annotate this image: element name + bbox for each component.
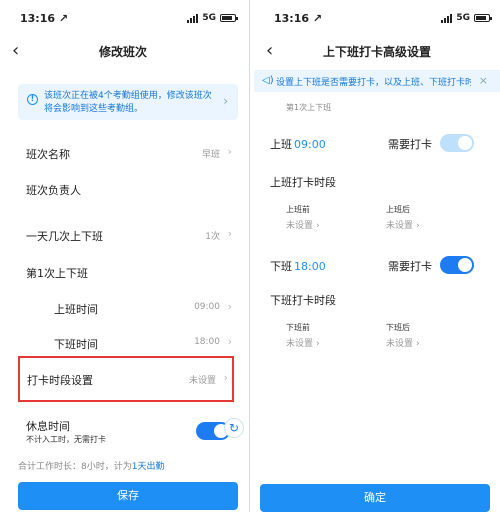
on-duty-punch-toggle[interactable]: [440, 134, 474, 152]
row-shift-name[interactable]: 班次名称 早班 ›: [18, 142, 234, 164]
row-label: 上班时间: [54, 303, 98, 316]
row-label: 一天几次上下班: [26, 230, 103, 243]
rest-time-label: 休息时间: [26, 420, 70, 433]
close-icon[interactable]: ×: [479, 74, 488, 87]
save-button[interactable]: 保存: [18, 482, 238, 510]
section-label: 第1次上下班: [286, 103, 332, 112]
off-before-setting[interactable]: 下班前 未设置 ›: [286, 322, 320, 349]
shift-usage-notice[interactable]: ! 该班次正在被4个考勤组使用，修改该班次将会影响到这些考勤组。 ›: [18, 84, 238, 120]
on-duty-label: 上班: [270, 138, 292, 151]
chevron-right-icon: ›: [416, 221, 420, 231]
off-duty-punch-toggle[interactable]: [440, 256, 474, 274]
row-label: 打卡时段设置: [27, 374, 93, 387]
tip-banner: ◁) 设置上下班是否需要打卡，以及上班、下班打卡时段 ×: [254, 70, 500, 92]
row-value: 1次: [205, 232, 220, 242]
chevron-right-icon: ›: [227, 227, 232, 240]
off-period-title: 下班打卡时段: [270, 294, 336, 307]
total-work-hours: 合计工作时长：8小时，计为1天出勤: [18, 462, 165, 472]
signal-icon: [187, 13, 199, 23]
row-on-duty-time[interactable]: 上班时间 09:00 ›: [18, 297, 234, 319]
on-duty-time[interactable]: 09:00: [294, 138, 326, 151]
edit-shift-screen: 13:16 ↗ 5G ‹ 修改班次 ! 该班次正在被4个考勤组使用，修改该班次将…: [0, 8, 246, 512]
chevron-right-icon: ›: [416, 339, 420, 349]
on-period-title: 上班打卡时段: [270, 176, 336, 189]
row-value: 18:00: [194, 337, 220, 347]
network-label: 5G: [456, 13, 470, 23]
battery-icon: [220, 14, 238, 22]
chevron-right-icon: ›: [227, 335, 232, 348]
on-after-setting[interactable]: 上班后 未设置 ›: [386, 204, 420, 231]
battery-icon: [474, 14, 492, 22]
row-value: 09:00: [194, 302, 220, 312]
chevron-right-icon: ›: [223, 371, 228, 384]
row-off-duty-time[interactable]: 下班时间 18:00 ›: [18, 332, 234, 354]
on-duty-row: 上班 09:00 需要打卡: [270, 132, 490, 156]
row-value: 未设置: [188, 376, 216, 386]
status-time: 13:16 ↗: [274, 12, 323, 25]
row-times-per-day[interactable]: 一天几次上下班 1次 ›: [18, 224, 234, 246]
row-value: 早班: [201, 150, 220, 160]
need-punch-label: 需要打卡: [388, 138, 432, 151]
network-label: 5G: [202, 13, 216, 23]
confirm-button[interactable]: 确定: [260, 484, 490, 512]
info-icon: !: [27, 94, 38, 105]
off-duty-time[interactable]: 18:00: [294, 260, 326, 273]
row-label: 第1次上下班: [26, 267, 88, 280]
panel-divider: [246, 0, 254, 512]
signal-icon: [441, 13, 453, 23]
chevron-right-icon: ›: [223, 94, 228, 108]
chevron-right-icon: ›: [316, 339, 320, 349]
tip-text: 设置上下班是否需要打卡，以及上班、下班打卡时段: [276, 78, 471, 88]
page-title: 上下班打卡高级设置: [322, 45, 431, 59]
punch-period-setting-row[interactable]: 打卡时段设置 未设置 ›: [18, 356, 234, 402]
status-bar: 13:16 ↗ 5G: [0, 8, 246, 30]
chevron-right-icon: ›: [227, 300, 232, 313]
off-after-setting[interactable]: 下班后 未设置 ›: [386, 322, 420, 349]
notice-text: 该班次正在被4个考勤组使用，修改该班次将会影响到这些考勤组。: [44, 91, 212, 114]
refresh-icon[interactable]: ↻: [224, 418, 244, 438]
nav-bar: ‹ 上下班打卡高级设置: [254, 36, 500, 66]
status-bar: 13:16 ↗ 5G: [254, 8, 500, 30]
row-first-shift: 第1次上下班: [18, 261, 234, 283]
off-duty-row: 下班 18:00 需要打卡: [270, 254, 490, 278]
page-title: 修改班次: [98, 45, 147, 59]
row-label: 下班时间: [54, 338, 98, 351]
nav-bar: ‹ 修改班次: [0, 36, 246, 66]
status-time: 13:16 ↗: [20, 12, 69, 25]
off-duty-label: 下班: [270, 260, 292, 273]
row-label: 班次负责人: [26, 184, 81, 197]
rest-time-sub: 不计入工时，无需打卡: [26, 435, 106, 444]
row-shift-owner[interactable]: 班次负责人: [18, 178, 234, 200]
speaker-icon: ◁): [262, 75, 274, 86]
need-punch-label: 需要打卡: [388, 260, 432, 273]
chevron-right-icon: ›: [227, 145, 232, 158]
on-before-setting[interactable]: 上班前 未设置 ›: [286, 204, 320, 231]
advanced-punch-settings-screen: 13:16 ↗ 5G ‹ 上下班打卡高级设置 ◁) 设置上下班是否需要打卡，以及…: [254, 8, 500, 512]
row-label: 班次名称: [26, 148, 70, 161]
chevron-right-icon: ›: [316, 221, 320, 231]
